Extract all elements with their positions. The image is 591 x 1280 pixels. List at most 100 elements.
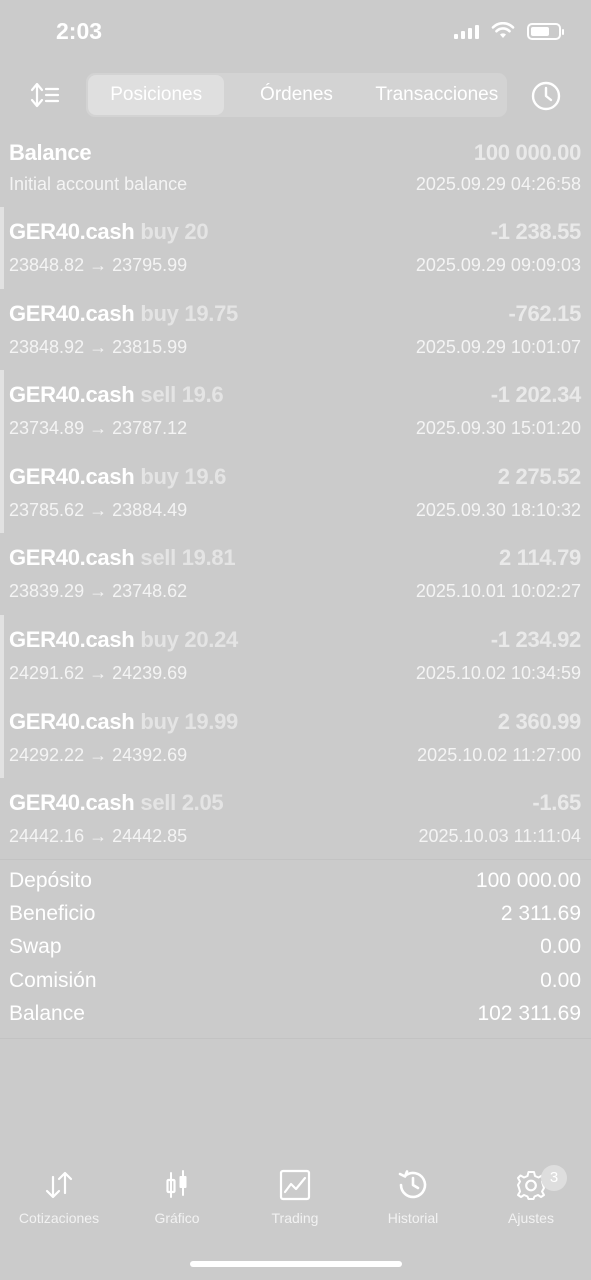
summary-top-divider <box>0 859 591 860</box>
trade-row[interactable]: GER40.cash buy 19.75 -762.15 23848.92 → 2… <box>0 289 591 371</box>
trading-chart-icon <box>279 1169 311 1201</box>
trade-date: 2025.09.29 09:09:03 <box>415 255 581 275</box>
summary-value: 0.00 <box>540 968 581 992</box>
tab-trading[interactable]: Trading <box>236 1168 354 1226</box>
trade-prices: 24292.22 → 24392.69 <box>9 744 188 765</box>
trade-row[interactable]: GER40.cash buy 19.99 2 360.99 24292.22 → … <box>0 696 591 779</box>
trade-symbol: GER40.cash <box>9 790 135 816</box>
trade-title: GER40.cash buy 19.75 <box>9 301 238 327</box>
trade-title: GER40.cash buy 20.24 <box>9 627 238 653</box>
balance-title: Balance <box>9 140 92 165</box>
summary-value: 2 311.69 <box>500 902 581 926</box>
summary-value: 102 311.69 <box>477 1001 581 1025</box>
tab-label: Ajustes <box>508 1210 554 1226</box>
trade-title: GER40.cash sell 2.05 <box>9 790 224 816</box>
trade-side: buy 19.6 <box>140 463 227 489</box>
trade-row[interactable]: GER40.cash sell 2.05 -1.65 24442.16 → 244… <box>0 778 591 860</box>
wifi-icon <box>491 22 515 38</box>
trade-marker <box>0 207 4 289</box>
trade-side: buy 19.99 <box>140 708 238 734</box>
tab-ajustes[interactable]: Ajustes <box>472 1168 590 1226</box>
tab-label: Historial <box>387 1210 439 1226</box>
trade-row[interactable]: GER40.cash buy 19.6 2 275.52 23785.62 → 2… <box>0 451 591 534</box>
tab-label: Trading <box>271 1210 319 1226</box>
summary-row: Swap 0.00 <box>0 932 591 965</box>
trade-date: 2025.10.01 10:02:27 <box>415 581 581 602</box>
clock-icon[interactable] <box>530 80 562 112</box>
trade-symbol: GER40.cash <box>9 382 135 408</box>
candlestick-icon <box>166 1170 187 1198</box>
tab-transacciones[interactable]: Transacciones <box>369 75 505 115</box>
trade-prices: 23785.62 → 23884.49 <box>9 499 188 520</box>
trade-row[interactable]: GER40.cash sell 19.6 -1 202.34 23734.89 →… <box>0 370 591 452</box>
tab-cotizaciones[interactable]: Cotizaciones <box>0 1168 118 1226</box>
summary-row: Balance 102 311.69 <box>0 999 591 1032</box>
trade-side: buy 20 <box>140 219 209 244</box>
trade-symbol: GER40.cash <box>9 626 135 652</box>
trade-profit: 2 114.79 <box>498 545 581 571</box>
notification-badge: 3 <box>541 1165 567 1191</box>
trade-date: 2025.09.30 18:10:32 <box>415 499 581 520</box>
summary-label: Balance <box>9 1001 85 1025</box>
summary-label: Beneficio <box>9 902 96 926</box>
trade-prices: 23848.82 → 23795.99 <box>9 255 188 275</box>
trade-row[interactable]: GER40.cash buy 20.24 -1 234.92 24291.62 →… <box>0 614 591 697</box>
battery-icon <box>527 22 564 40</box>
trade-date: 2025.10.03 11:11:04 <box>418 826 581 847</box>
summary-label: Comisión <box>9 968 97 992</box>
trade-prices: 23848.92 → 23815.99 <box>9 336 188 357</box>
trade-profit: -1 234.92 <box>490 626 582 652</box>
balance-amount: 100 000.00 <box>473 140 581 165</box>
trade-symbol: GER40.cash <box>9 545 135 571</box>
trade-marker <box>0 614 4 697</box>
trade-profit: 2 360.99 <box>497 708 582 734</box>
trade-side: buy 20.24 <box>140 626 238 652</box>
sort-icon[interactable] <box>30 80 62 110</box>
trade-prices: 23839.29 → 23748.62 <box>9 581 188 602</box>
balance-date: 2025.09.29 04:26:58 <box>415 174 581 194</box>
history-icon <box>398 1170 427 1199</box>
trade-side: sell 19.81 <box>140 545 236 571</box>
history-segmented-control: Posiciones Órdenes Transacciones <box>86 73 507 117</box>
status-bar: 2:03 <box>0 0 591 64</box>
trade-date: 2025.09.29 10:01:07 <box>415 336 581 357</box>
trade-profit: -1 202.34 <box>490 382 582 408</box>
trade-profit: 2 275.52 <box>497 463 582 489</box>
trade-marker <box>0 370 4 452</box>
trade-profit: -1.65 <box>532 790 581 816</box>
balance-entry[interactable]: Balance 100 000.00 Initial account balan… <box>0 132 591 206</box>
home-indicator[interactable] <box>190 1261 402 1267</box>
status-time: 2:03 <box>56 18 103 44</box>
trade-symbol: GER40.cash <box>9 708 135 734</box>
trade-date: 2025.09.30 15:01:20 <box>415 418 581 439</box>
tab-posiciones[interactable]: Posiciones <box>88 75 225 115</box>
trade-marker <box>0 696 4 779</box>
trade-prices: 24291.62 → 24239.69 <box>9 662 188 683</box>
tab-historial[interactable]: Historial <box>354 1168 472 1226</box>
trade-side: sell 2.05 <box>140 790 224 816</box>
trade-symbol: GER40.cash <box>9 219 135 244</box>
summary-value: 0.00 <box>540 935 581 959</box>
summary-label: Depósito <box>9 869 92 892</box>
trade-profit: -1 238.55 <box>490 219 582 244</box>
tab-label: Cotizaciones <box>18 1210 100 1226</box>
tab-grafico[interactable]: Gráfico <box>118 1168 236 1226</box>
summary-label: Swap <box>9 935 62 959</box>
bottom-tab-bar: Cotizaciones Gráfico Trading Historial A… <box>0 1168 591 1238</box>
trade-title: GER40.cash buy 19.6 <box>9 464 226 490</box>
tab-ordenes[interactable]: Órdenes <box>228 75 364 115</box>
trade-marker <box>0 451 4 534</box>
status-icons <box>454 22 564 40</box>
trade-profit: -762.15 <box>508 300 581 326</box>
trade-row[interactable]: GER40.cash sell 19.81 2 114.79 23839.29 →… <box>0 533 591 615</box>
trade-row[interactable]: GER40.cash buy 20 -1 238.55 23848.82 → 23… <box>0 207 591 289</box>
trade-title: GER40.cash buy 19.99 <box>9 709 238 735</box>
trade-title: GER40.cash sell 19.6 <box>9 382 224 408</box>
summary-bottom-divider <box>0 1038 591 1039</box>
quotes-icon <box>45 1171 73 1199</box>
trade-symbol: GER40.cash <box>9 463 135 489</box>
balance-subtitle: Initial account balance <box>9 174 188 194</box>
trade-date: 2025.10.02 11:27:00 <box>417 744 581 765</box>
summary-value: 100 000.00 <box>475 869 581 892</box>
trade-prices: 23734.89 → 23787.12 <box>9 418 188 439</box>
